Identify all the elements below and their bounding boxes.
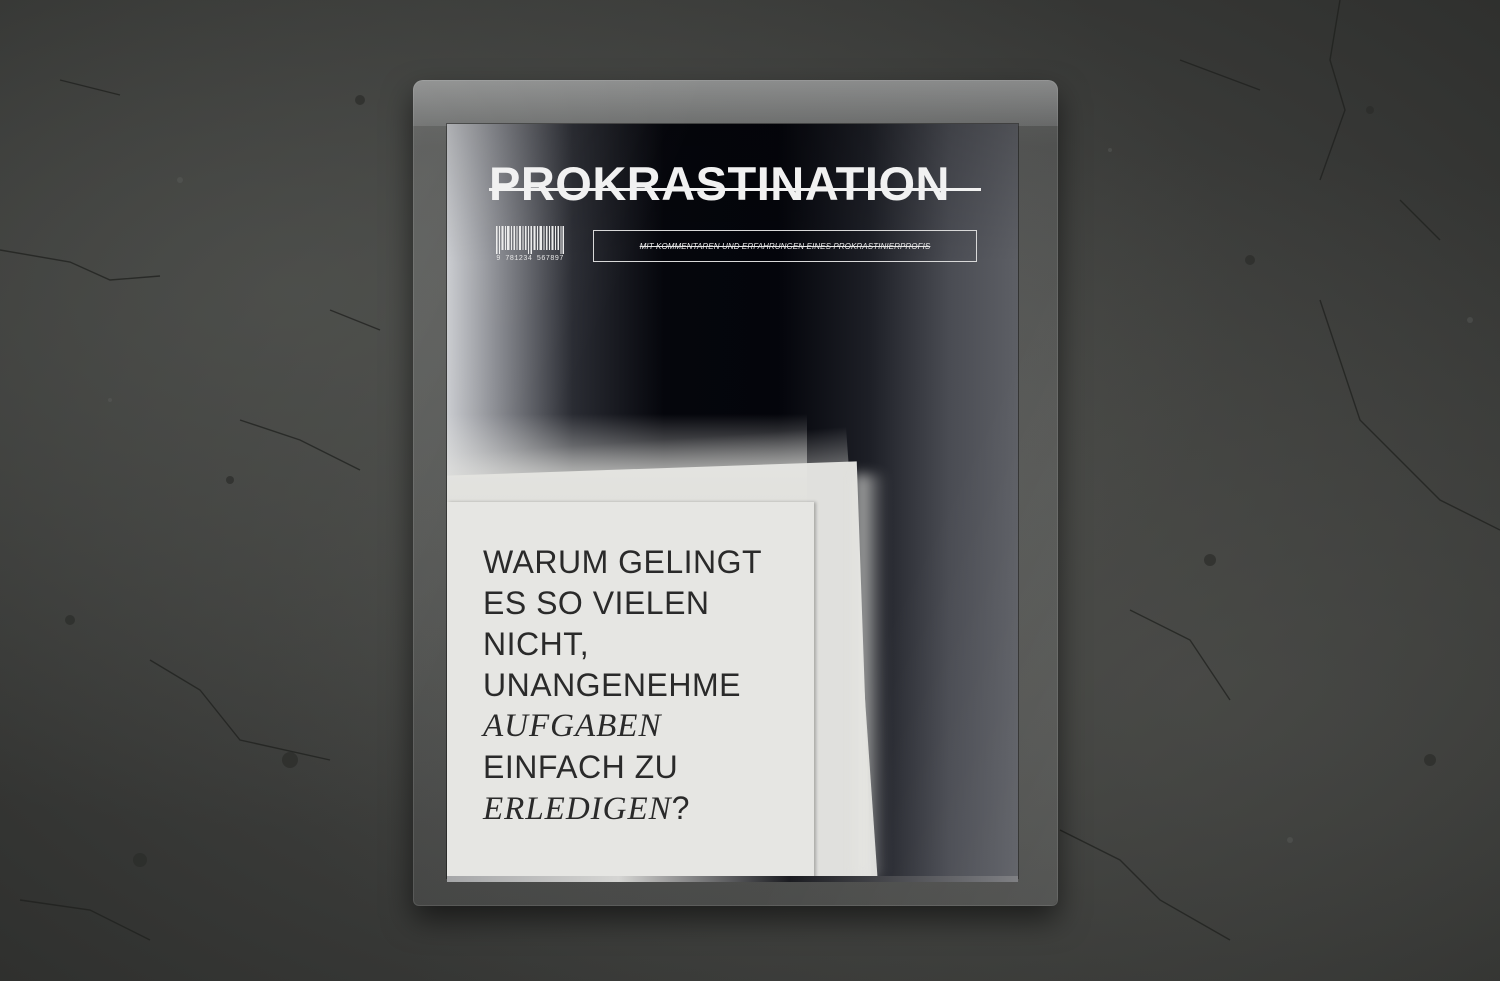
magazine-bottom-edge xyxy=(447,876,1018,882)
headline-line-3: NICHT, xyxy=(483,626,590,662)
headline-line-6: EINFACH ZU xyxy=(483,749,679,785)
paper-light-haze xyxy=(447,414,807,504)
paper-edge-glow xyxy=(855,474,885,878)
subtitle-box: MIT KOMMENTAREN UND ERFAHRUNGEN EINES PR… xyxy=(593,230,977,262)
barcode-icon xyxy=(496,226,564,254)
headline-question-mark: ? xyxy=(671,790,690,826)
headline-line-5: AUFGABEN xyxy=(483,708,662,744)
sleeve-flap xyxy=(413,80,1058,126)
headline-line-7: ERLEDIGEN? xyxy=(483,788,762,830)
magazine-cover: PROKRASTINATION 9 781234 567897 MIT KOMM… xyxy=(447,124,1018,878)
barcode-number: 9 781234 567897 xyxy=(496,255,564,263)
barcode: 9 781234 567897 xyxy=(492,224,568,266)
concrete-background: PROKRASTINATION 9 781234 567897 MIT KOMM… xyxy=(0,0,1500,981)
headline-line-1: WARUM GELINGT xyxy=(483,544,763,580)
headline-line-7-word: ERLEDIGEN xyxy=(483,791,672,827)
magazine-title: PROKRASTINATION xyxy=(489,157,950,210)
headline-line-4: UNANGENEHME xyxy=(483,667,741,703)
cover-headline: WARUM GELINGT ES SO VIELEN NICHT, UNANGE… xyxy=(483,542,762,830)
subtitle-text: MIT KOMMENTAREN UND ERFAHRUNGEN EINES PR… xyxy=(639,241,931,251)
title-strikethrough xyxy=(489,188,981,191)
headline-line-2: ES SO VIELEN xyxy=(483,585,710,621)
